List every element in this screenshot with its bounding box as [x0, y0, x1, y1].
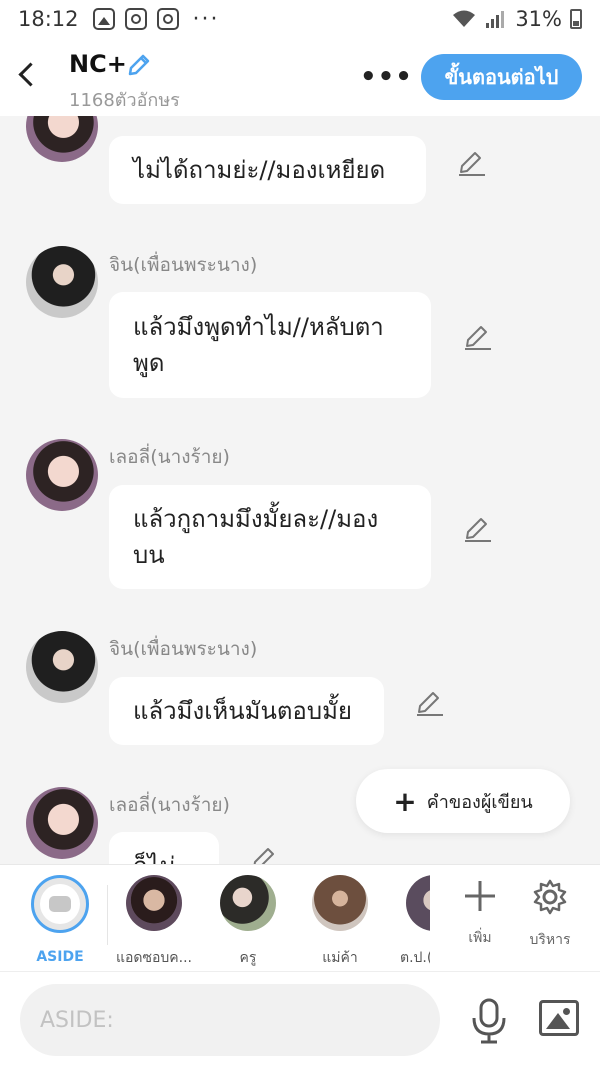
- sender-name: จิน(เพื่อนพระนาง): [109, 254, 258, 276]
- message-text: แล้วมึงเห็นมันตอบมั้ย: [133, 697, 352, 725]
- chat-feed[interactable]: ไม่ได้ถามย่ะ//มองเหยียด จิน(เพื่อนพระนาง…: [0, 116, 600, 864]
- character-item[interactable]: แอดซอบค...: [109, 875, 199, 969]
- character-avatar: [406, 875, 430, 931]
- character-avatar: [220, 875, 276, 931]
- message-bubble[interactable]: แล้วกูถามมึงมั้ยละ//มองบน: [109, 485, 431, 589]
- app-header: NC+ 1168ตัวอักษร ••• ขั้นตอนต่อไป: [0, 38, 600, 116]
- avatar-leloly[interactable]: [26, 787, 98, 859]
- message-bubble[interactable]: แล้วมึงพูดทำไม//หลับตาพูด: [109, 292, 431, 398]
- character-label: แม่ค้า: [322, 950, 358, 966]
- message-bubble[interactable]: ก็ไม่เห็น: [109, 832, 219, 864]
- character-label: ASIDE: [36, 949, 84, 965]
- instagram-notification-icon: [124, 8, 147, 30]
- gear-icon: [533, 879, 567, 915]
- next-step-button[interactable]: ขั้นตอนต่อไป: [421, 54, 582, 100]
- edit-message-pencil-icon[interactable]: [457, 148, 487, 178]
- plus-icon: [465, 881, 495, 911]
- edit-message-pencil-icon[interactable]: [250, 844, 280, 864]
- edit-message-pencil-icon[interactable]: [463, 514, 493, 544]
- sender-name: เลอลี่(นางร้าย): [109, 446, 230, 468]
- add-label: เพิ่ม: [468, 930, 492, 946]
- character-avatar: [312, 875, 368, 931]
- character-label: ครู: [239, 950, 257, 966]
- author-note-label: คำของผู้เขียน: [426, 791, 533, 813]
- message-text: แล้วกูถามมึงมั้ยละ//มองบน: [133, 505, 379, 569]
- character-label: แอดซอบค...: [115, 950, 193, 966]
- status-bar: 18:12 ··· 31%: [0, 0, 600, 38]
- character-count: 1168ตัวอักษร: [69, 90, 180, 111]
- battery-percent: 31%: [515, 7, 562, 31]
- character-aside[interactable]: ASIDE: [15, 875, 105, 965]
- back-arrow-icon[interactable]: [14, 58, 42, 92]
- message-input[interactable]: [20, 984, 440, 1056]
- message-bubble[interactable]: ไม่ได้ถามย่ะ//มองเหยียด: [109, 136, 426, 204]
- message-bubble[interactable]: แล้วมึงเห็นมันตอบมั้ย: [109, 677, 384, 745]
- character-item[interactable]: ต.ป.(: [378, 875, 430, 969]
- wifi-icon: [453, 10, 476, 27]
- sender-name: เลอลี่(นางร้าย): [109, 794, 230, 816]
- message-text: ก็ไม่เห็น: [133, 848, 195, 864]
- character-label: ต.ป.(: [400, 950, 430, 966]
- divider: [107, 885, 108, 945]
- signal-icon: [486, 11, 505, 28]
- avatar-jin[interactable]: [26, 246, 98, 318]
- manage-button[interactable]: บริหาร: [515, 879, 585, 951]
- edit-message-pencil-icon[interactable]: [415, 688, 445, 718]
- image-icon[interactable]: [539, 1000, 579, 1036]
- avatar-jin[interactable]: [26, 631, 98, 703]
- character-item[interactable]: ครู: [203, 875, 293, 969]
- character-avatar: [126, 875, 182, 931]
- status-time: 18:12: [18, 7, 79, 31]
- edit-title-pencil-icon[interactable]: [126, 52, 152, 78]
- character-item[interactable]: แม่ค้า: [295, 875, 385, 969]
- manage-label: บริหาร: [529, 932, 571, 948]
- message-text: ไม่ได้ถามย่ะ//มองเหยียด: [133, 156, 386, 184]
- avatar-leloly[interactable]: [26, 116, 98, 162]
- edit-message-pencil-icon[interactable]: [463, 322, 493, 352]
- author-note-button[interactable]: + คำของผู้เขียน: [356, 769, 570, 833]
- aside-avatar: [31, 875, 89, 933]
- character-selector: ASIDE แอดซอบค... ครู แม่ค้า ต.ป.( เพิ่ม …: [0, 864, 600, 971]
- compose-bar: [0, 971, 600, 1067]
- avatar-leloly[interactable]: [26, 439, 98, 511]
- message-text: แล้วมึงพูดทำไม//หลับตาพูด: [133, 313, 384, 377]
- instagram-notification-icon-2: [156, 8, 179, 30]
- more-notifications-icon: ···: [192, 6, 220, 32]
- more-options-icon[interactable]: •••: [360, 62, 413, 92]
- add-character-button[interactable]: เพิ่ม: [445, 879, 515, 949]
- gallery-notification-icon: [92, 8, 115, 30]
- battery-icon: [570, 9, 582, 29]
- sender-name: จิน(เพื่อนพระนาง): [109, 638, 258, 660]
- story-title: NC+: [69, 50, 127, 78]
- microphone-icon[interactable]: [470, 998, 508, 1044]
- plus-icon: +: [393, 784, 417, 818]
